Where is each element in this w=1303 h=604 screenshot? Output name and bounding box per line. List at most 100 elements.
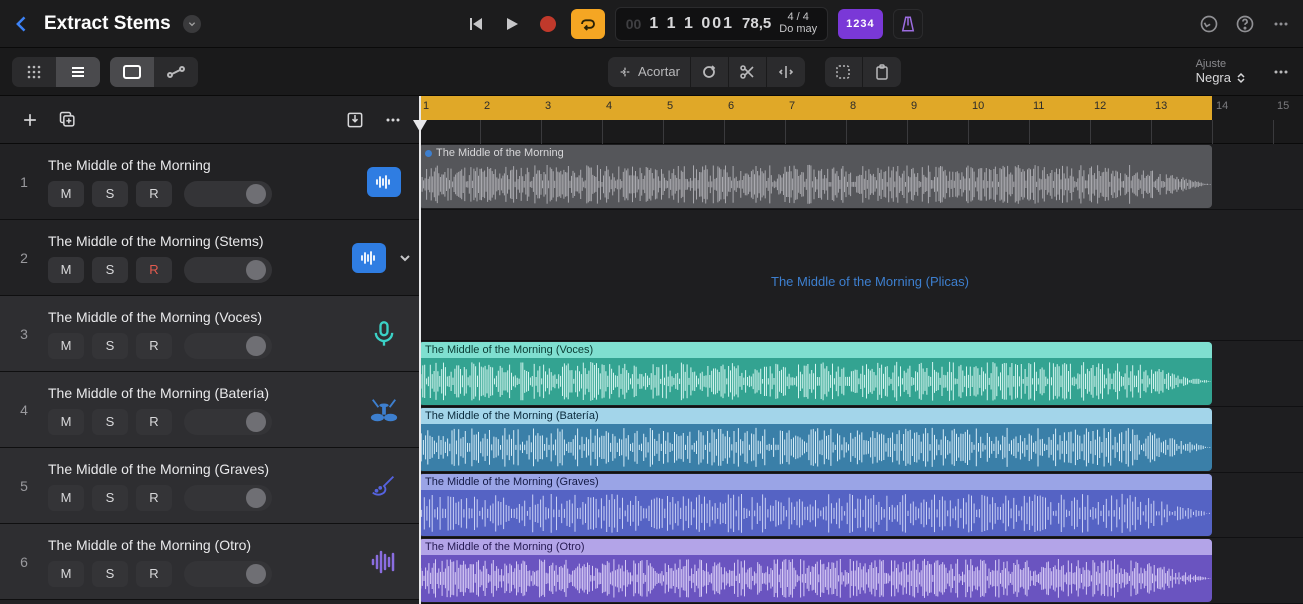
- undo-history-icon[interactable]: [1199, 14, 1219, 34]
- track-name[interactable]: The Middle of the Morning (Stems): [48, 233, 345, 249]
- audio-region[interactable]: The Middle of the Morning (Batería): [419, 408, 1212, 471]
- expand-icon: [1235, 72, 1247, 84]
- region-view-icon[interactable]: [110, 57, 154, 87]
- mute-button[interactable]: M: [48, 485, 84, 511]
- solo-button[interactable]: S: [92, 181, 128, 207]
- record-button[interactable]: [535, 11, 561, 37]
- drums-icon: [367, 393, 401, 427]
- record-arm-button[interactable]: R: [136, 257, 172, 283]
- record-arm-button[interactable]: R: [136, 561, 172, 587]
- volume-slider[interactable]: [184, 333, 272, 359]
- mute-button[interactable]: M: [48, 409, 84, 435]
- loop-tool-icon[interactable]: [691, 57, 729, 87]
- record-arm-button[interactable]: R: [136, 485, 172, 511]
- ruler-bar-number: 2: [484, 100, 490, 112]
- project-menu-chevron-icon[interactable]: [183, 15, 201, 33]
- play-button[interactable]: [499, 11, 525, 37]
- list-view-icon[interactable]: [56, 57, 100, 87]
- project-title[interactable]: Extract Stems: [44, 13, 171, 35]
- ruler-bar-number: 4: [606, 100, 612, 112]
- audio-track-icon: [352, 243, 386, 273]
- volume-slider[interactable]: [184, 181, 272, 207]
- track-row[interactable]: 4 The Middle of the Morning (Batería) M …: [0, 372, 419, 448]
- ruler-bar-number: 5: [667, 100, 673, 112]
- count-in-button[interactable]: 1234: [838, 9, 882, 39]
- scissors-tool-icon[interactable]: [729, 57, 767, 87]
- playhead[interactable]: [419, 96, 421, 604]
- track-list-panel: 1 The Middle of the Morning M S R 2 The …: [0, 96, 419, 604]
- ruler[interactable]: 123456789101112131415: [419, 96, 1303, 144]
- audio-region[interactable]: The Middle of the Morning: [419, 145, 1212, 208]
- record-arm-button[interactable]: R: [136, 181, 172, 207]
- track-lane[interactable]: The Middle of the Morning (Voces): [419, 341, 1303, 407]
- volume-slider[interactable]: [184, 409, 272, 435]
- go-to-start-button[interactable]: [463, 11, 489, 37]
- track-number: 5: [0, 448, 48, 523]
- help-icon[interactable]: [1235, 14, 1255, 34]
- audio-region[interactable]: The Middle of the Morning (Otro): [419, 539, 1212, 602]
- track-options-icon[interactable]: [383, 110, 403, 130]
- ruler-bar-number: 8: [850, 100, 856, 112]
- snap-setting[interactable]: Ajuste Negra: [1196, 58, 1247, 85]
- track-name[interactable]: The Middle of the Morning (Graves): [48, 461, 345, 477]
- ruler-bar-number: 7: [789, 100, 795, 112]
- lcd-display[interactable]: 00 1 1 1 001 78,5 4 / 4 Do may: [615, 7, 828, 41]
- track-name[interactable]: The Middle of the Morning (Voces): [48, 309, 345, 325]
- track-lane[interactable]: The Middle of the Morning (Graves): [419, 473, 1303, 539]
- track-name[interactable]: The Middle of the Morning: [48, 157, 345, 173]
- folder-label: The Middle of the Morning (Plicas): [771, 274, 969, 289]
- display-toggle: [110, 57, 198, 87]
- track-number: 2: [0, 220, 48, 295]
- split-tool-icon[interactable]: [767, 57, 805, 87]
- track-row[interactable]: 5 The Middle of the Morning (Graves) M S…: [0, 448, 419, 524]
- track-lane[interactable]: The Middle of the Morning (Batería): [419, 407, 1303, 473]
- toolbar-more-icon[interactable]: [1271, 62, 1291, 82]
- record-arm-button[interactable]: R: [136, 409, 172, 435]
- track-row[interactable]: 6 The Middle of the Morning (Otro) M S R: [0, 524, 419, 600]
- track-row[interactable]: 1 The Middle of the Morning M S R: [0, 144, 419, 220]
- expand-folder-icon[interactable]: [394, 247, 416, 269]
- select-tool-icon[interactable]: [825, 57, 863, 87]
- arrange-area[interactable]: 123456789101112131415 The Middle of the …: [419, 96, 1303, 604]
- lcd-tempo[interactable]: 78,5: [742, 15, 771, 32]
- metronome-button[interactable]: [893, 9, 923, 39]
- track-lane[interactable]: The Middle of the Morning: [419, 144, 1303, 210]
- solo-button[interactable]: S: [92, 257, 128, 283]
- view-toggle: [12, 57, 100, 87]
- solo-button[interactable]: S: [92, 409, 128, 435]
- track-name[interactable]: The Middle of the Morning (Otro): [48, 537, 345, 553]
- track-row[interactable]: 2 The Middle of the Morning (Stems) M S …: [0, 220, 419, 296]
- lcd-signature[interactable]: 4 / 4 Do may: [779, 12, 817, 35]
- solo-button[interactable]: S: [92, 485, 128, 511]
- audio-region[interactable]: The Middle of the Morning (Voces): [419, 342, 1212, 405]
- loop-button[interactable]: [571, 9, 605, 39]
- track-lane[interactable]: The Middle of the Morning (Otro): [419, 538, 1303, 604]
- lcd-position: 1 1 1 001: [649, 15, 734, 33]
- track-row[interactable]: 3 The Middle of the Morning (Voces) M S …: [0, 296, 419, 372]
- more-icon[interactable]: [1271, 14, 1291, 34]
- track-lane[interactable]: The Middle of the Morning (Plicas): [419, 210, 1303, 341]
- track-name[interactable]: The Middle of the Morning (Batería): [48, 385, 345, 401]
- solo-button[interactable]: S: [92, 561, 128, 587]
- volume-slider[interactable]: [184, 561, 272, 587]
- volume-slider[interactable]: [184, 257, 272, 283]
- mute-button[interactable]: M: [48, 181, 84, 207]
- bass-icon: [367, 469, 401, 503]
- audio-region[interactable]: The Middle of the Morning (Graves): [419, 474, 1212, 537]
- record-arm-button[interactable]: R: [136, 333, 172, 359]
- grid-view-icon[interactable]: [12, 57, 56, 87]
- paste-tool-icon[interactable]: [863, 57, 901, 87]
- add-track-icon[interactable]: [20, 110, 40, 130]
- mute-button[interactable]: M: [48, 257, 84, 283]
- volume-slider[interactable]: [184, 485, 272, 511]
- solo-button[interactable]: S: [92, 333, 128, 359]
- automation-view-icon[interactable]: [154, 57, 198, 87]
- duplicate-track-icon[interactable]: [58, 110, 78, 130]
- import-icon[interactable]: [345, 110, 365, 130]
- trim-tool[interactable]: Acortar: [608, 57, 691, 87]
- track-number: 4: [0, 372, 48, 447]
- mute-button[interactable]: M: [48, 333, 84, 359]
- track-list-header: [0, 96, 419, 144]
- mute-button[interactable]: M: [48, 561, 84, 587]
- back-chevron-icon[interactable]: [12, 14, 32, 34]
